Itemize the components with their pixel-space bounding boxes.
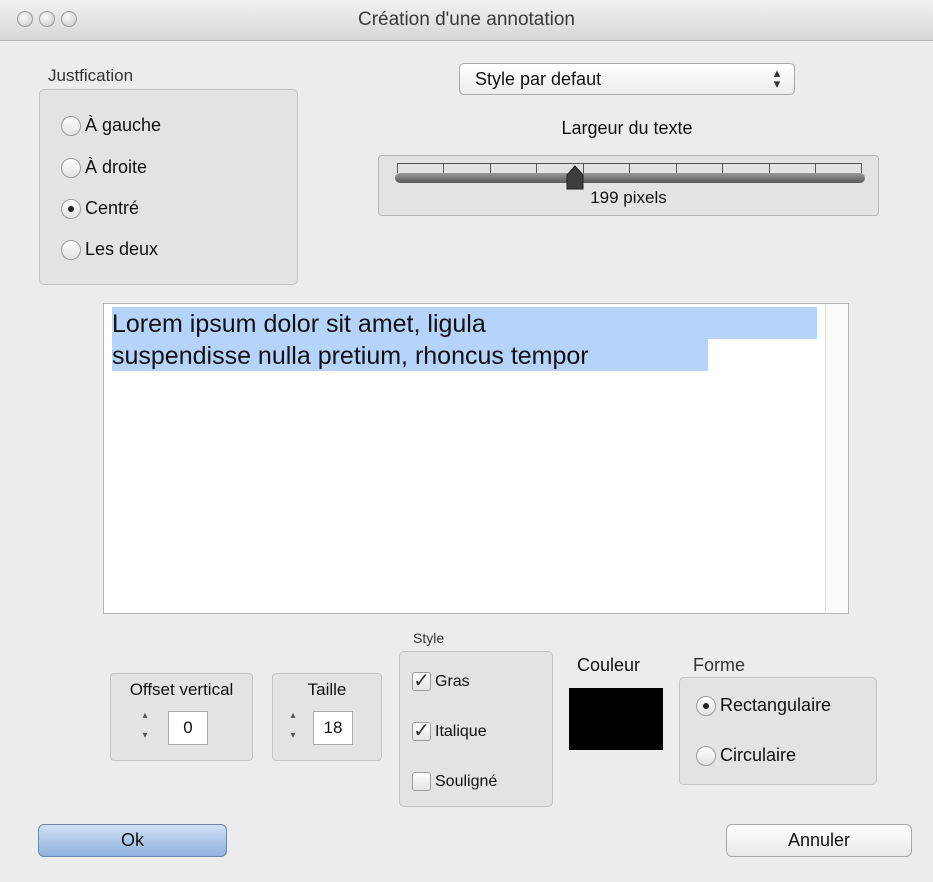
radio-both[interactable]: Les deux — [61, 239, 158, 260]
radio-circulaire-label: Circulaire — [720, 745, 797, 765]
taille-label: Taille — [307, 680, 347, 699]
radio-center-label: Centré — [85, 198, 140, 218]
text-width-value: 199 pixels — [590, 188, 667, 207]
radio-right-label: À droite — [85, 157, 148, 177]
editor-scrollbar[interactable] — [825, 304, 848, 613]
checkbox-gras-label: Gras — [435, 672, 470, 690]
checkbox-unchecked-icon — [412, 772, 431, 791]
checkbox-checked-icon: ✓ — [412, 670, 431, 692]
taille-group: Taille ▴ ▾ 18 — [272, 673, 382, 761]
text-width-slider-group: 199 pixels — [378, 155, 879, 216]
radio-button-icon — [61, 239, 81, 260]
radio-button-icon — [61, 157, 81, 178]
radio-button-selected-icon — [61, 198, 81, 219]
window-title: Création d'une annotation — [357, 9, 575, 30]
offset-vertical-stepper[interactable]: ▴ ▾ — [138, 711, 152, 745]
annotation-dialog: Création d'une annotation Justfication À… — [0, 0, 933, 882]
title-bar: Création d'une annotation — [0, 0, 933, 41]
style-popup[interactable]: Style par defaut ▴ ▾ — [459, 63, 795, 95]
offset-vertical-field[interactable]: 0 — [168, 711, 208, 745]
style-popup-value: Style par defaut — [475, 69, 602, 89]
radio-circulaire[interactable]: Circulaire — [696, 745, 796, 766]
radio-center[interactable]: Centré — [61, 198, 139, 219]
color-swatch[interactable] — [569, 688, 663, 750]
checkbox-gras[interactable]: ✓ Gras — [412, 670, 470, 692]
text-width-slider[interactable] — [395, 173, 865, 183]
checkbox-souligne-label: Souligné — [435, 772, 498, 790]
radio-button-selected-icon — [696, 695, 716, 716]
checkbox-souligne[interactable]: Souligné — [412, 772, 497, 791]
updown-arrows-icon: ▴ ▾ — [773, 65, 781, 91]
offset-vertical-label: Offset vertical — [129, 680, 234, 699]
editor-line-2: suspendisse nulla pretium, rhoncus tempo… — [112, 342, 589, 370]
annotation-text-editor[interactable]: Lorem ipsum dolor sit amet, ligula suspe… — [103, 303, 849, 614]
text-width-label: Largeur du texte — [561, 118, 693, 138]
editor-line-1: Lorem ipsum dolor sit amet, ligula — [112, 310, 486, 338]
ok-button[interactable]: Ok — [38, 824, 227, 857]
radio-both-label: Les deux — [85, 239, 159, 259]
radio-button-icon — [696, 745, 716, 766]
taille-field[interactable]: 18 — [313, 711, 353, 745]
couleur-label: Couleur — [577, 655, 641, 675]
forme-label: Forme — [693, 655, 746, 675]
style-group: ✓ Gras ✓ Italique Souligné — [399, 651, 553, 807]
radio-rectangulaire[interactable]: Rectangulaire — [696, 695, 831, 716]
forme-group: Rectangulaire Circulaire — [679, 677, 877, 785]
radio-rectangulaire-label: Rectangulaire — [720, 695, 832, 715]
offset-vertical-group: Offset vertical ▴ ▾ 0 — [110, 673, 253, 761]
cancel-button[interactable]: Annuler — [726, 824, 912, 857]
checkbox-checked-icon: ✓ — [412, 720, 431, 742]
taille-stepper[interactable]: ▴ ▾ — [286, 711, 300, 745]
radio-right[interactable]: À droite — [61, 157, 147, 178]
checkbox-italique[interactable]: ✓ Italique — [412, 720, 487, 742]
justification-label: Justfication — [48, 66, 134, 85]
style-group-label: Style — [413, 630, 445, 646]
checkbox-italique-label: Italique — [435, 722, 487, 740]
